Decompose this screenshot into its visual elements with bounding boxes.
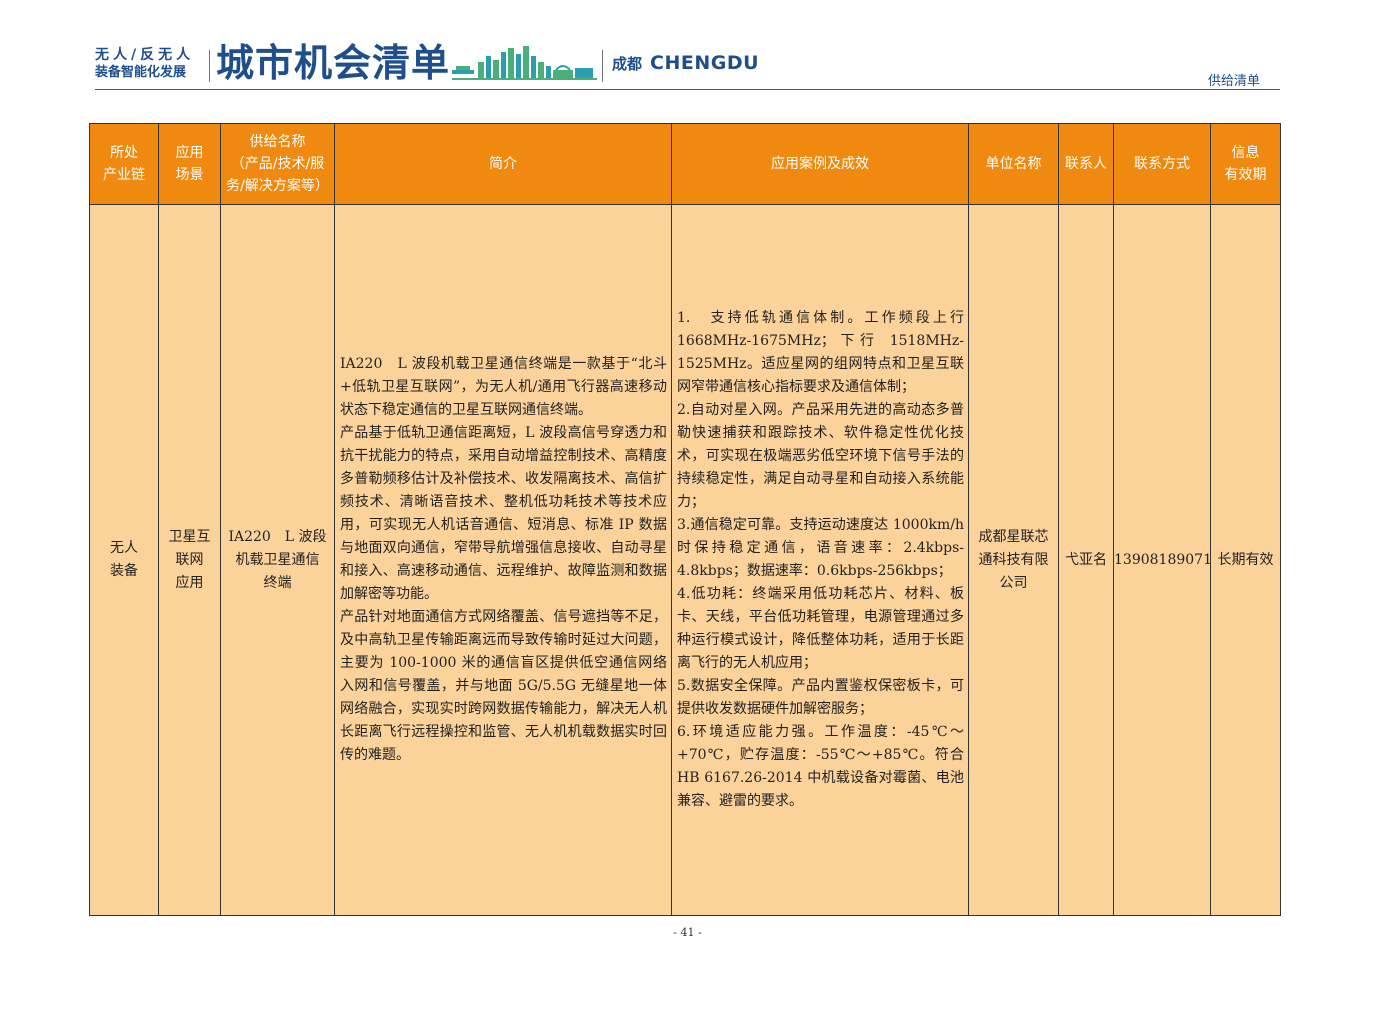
paragraph: 4.低功耗：终端采用低功耗芯片、材料、板卡、天线，平台低功耗管理，电源管理通过多… xyxy=(677,586,964,671)
column-header-industry-chain: 所处 产业链 xyxy=(89,123,159,205)
text-line: （产品/技术/服 xyxy=(230,156,325,172)
header-divider xyxy=(602,50,603,82)
city-name-cn: 成都 xyxy=(612,55,643,73)
table-row: 无人装备 卫星互联网应用 IA220 L 波段 机载卫星通信 终端 IA220 L … xyxy=(89,204,1281,916)
text-line: 公司 xyxy=(999,574,1028,591)
column-header-scenario: 应用 场景 xyxy=(158,123,221,205)
paragraph: 1. 支持低轨通信体制。工作频段上行 1668MHz-1675MHz；下行 15… xyxy=(677,310,964,395)
paragraph: 产品基于低轨卫通信距离短，L 波段高信号穿透力和抗干扰能力的特点，采用自动增益控… xyxy=(340,425,667,602)
column-header-supply-name: 供给名称 （产品/技术/服 务/解决方案等） xyxy=(220,123,335,205)
text-line: 应用 xyxy=(175,574,204,591)
paragraph: 产品针对地面通信方式网络覆盖、信号遮挡等不足，及中高轨卫星传输距离远而导致传输时… xyxy=(340,609,667,763)
text-line: 终端 xyxy=(263,574,292,591)
city-name-en: CHENGDU xyxy=(650,52,760,74)
city-skyline-illustration xyxy=(452,46,597,80)
cell-intro: IA220 L 波段机载卫星通信终端是一款基于“北斗+低轨卫星互联网”，为无人机… xyxy=(334,204,672,916)
cell-supply-name: IA220 L 波段 机载卫星通信 终端 xyxy=(220,204,335,916)
text-line: 有效期 xyxy=(1224,167,1267,183)
text-line: 联系人 xyxy=(1065,156,1107,172)
text-line: 单位名称 xyxy=(985,156,1042,172)
text-line: 应用案例及成效 xyxy=(771,156,869,172)
brand-subtitle: 无人/反无人 装备智能化发展 xyxy=(95,46,207,81)
text-line: 联系方式 xyxy=(1134,156,1190,172)
text-line: 通科技有限 xyxy=(978,551,1049,568)
brand-line-1: 无人/反无人 xyxy=(95,47,195,63)
text-line: 机载卫星通信 xyxy=(235,551,320,568)
text-line: 装备 xyxy=(110,563,138,579)
paragraph: 6.环境适应能力强。工作温度：-45℃～+70℃，贮存温度：-55℃～+85℃。… xyxy=(677,724,964,809)
text-line: 所处 xyxy=(110,145,138,161)
column-header-company: 单位名称 xyxy=(968,123,1059,205)
city-label: 成都 CHENGDU xyxy=(612,52,759,74)
text-line: 应用 xyxy=(175,145,204,161)
column-header-cases: 应用案例及成效 xyxy=(671,123,969,205)
text-line: 供给名称 xyxy=(249,134,306,150)
cell-contact: 弋亚名 xyxy=(1058,204,1114,916)
header-rule xyxy=(95,89,1280,90)
cell-phone: 13908189071 xyxy=(1113,204,1212,916)
cell-company: 成都星联芯通科技有限公司 xyxy=(968,204,1059,916)
cell-validity: 长期有效 xyxy=(1210,204,1281,916)
text-line: 联网 xyxy=(175,551,204,568)
paragraph: IA220 L 波段机载卫星通信终端是一款基于“北斗+低轨卫星互联网”，为无人机… xyxy=(340,356,667,418)
table-header-row: 所处产业链 应用场景 供给名称 （产品/技术/服 务/解决方案等） 简介 应用案例及… xyxy=(89,123,1281,205)
header-divider xyxy=(209,50,210,82)
cell-scenario: 卫星互 联网 应用 xyxy=(158,204,221,916)
cell-industry-chain: 无人 装备 xyxy=(89,204,159,916)
page-header: 无人/反无人 装备智能化发展 城市机会清单 成都 CHENGDU 供给清单 xyxy=(0,0,1375,96)
paragraph: 3.通信稳定可靠。支持运动速度达 1000km/h 时保持稳定通信，语音速率：2… xyxy=(677,517,964,579)
text-line: 无人 xyxy=(110,540,138,556)
text-line: 成都星联芯 xyxy=(978,528,1049,545)
supply-table: 所处 产业链 应用 场景 供给名称 （产品/技术/服 务/解决方案等） 简介 应用案例及… xyxy=(89,123,1281,916)
text-line: 务/解决方案等） xyxy=(226,178,329,194)
paragraph: 5.数据安全保障。产品内置鉴权保密板卡，可提供收发数据硬件加解密服务； xyxy=(677,678,964,717)
column-header-phone: 联系方式 xyxy=(1113,123,1211,205)
paragraph: 2.自动对星入网。产品采用先进的高动态多普勒快速捕获和跟踪技术、软件稳定性优化技… xyxy=(677,402,964,510)
text-line: 卫星互 xyxy=(168,528,211,545)
column-header-validity: 信息 有效期 xyxy=(1210,123,1281,205)
text-line: IA220 L 波段 xyxy=(228,528,327,545)
section-label: 供给清单 xyxy=(1207,74,1260,89)
brand-line-2: 装备智能化发展 xyxy=(95,65,187,80)
text-line: 产业链 xyxy=(103,167,145,183)
text-line: 信息 xyxy=(1231,145,1260,161)
text-line: 场景 xyxy=(175,167,204,183)
page-number: - 41 - xyxy=(673,926,702,939)
column-header-contact: 联系人 xyxy=(1058,123,1114,205)
text-line: 简介 xyxy=(489,156,517,172)
column-header-intro: 简介 xyxy=(334,123,672,205)
brand-title: 城市机会清单 xyxy=(216,41,451,85)
cell-cases: 1. 支持低轨通信体制。工作频段上行 1668MHz-1675MHz；下行 15… xyxy=(671,204,969,916)
